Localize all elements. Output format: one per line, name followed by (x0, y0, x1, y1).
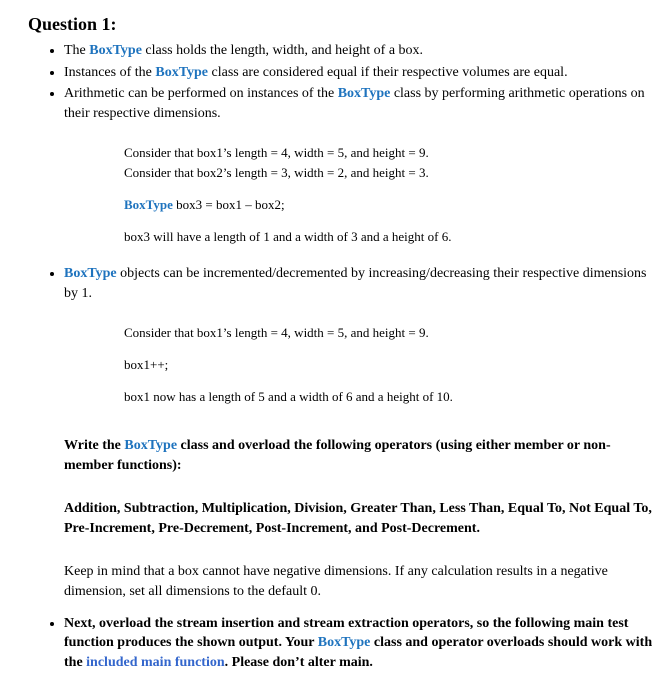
boxtype-keyword: BoxType (64, 266, 117, 281)
boxtype-keyword: BoxType (124, 197, 173, 212)
code-line: box3 will have a length of 1 and a width… (124, 228, 654, 246)
code-line: Consider that box2’s length = 3, width =… (124, 164, 654, 182)
text: class are considered equal if their resp… (208, 65, 568, 80)
code-line: box1 now has a length of 5 and a width o… (124, 388, 654, 406)
code-example-2: Consider that box1’s length = 4, width =… (124, 324, 654, 407)
code-line: Consider that box1’s length = 4, width =… (124, 324, 654, 342)
text: box3 = box1 – box2; (173, 197, 285, 212)
boxtype-keyword: BoxType (338, 86, 391, 101)
code-line: BoxType box3 = box1 – box2; (124, 196, 654, 214)
document-page: Question 1: The BoxType class holds the … (0, 0, 672, 698)
code-line: box1++; (124, 356, 654, 374)
text: Instances of the (64, 65, 155, 80)
code-line: Consider that box1’s length = 4, width =… (124, 144, 654, 162)
bullet-item: The BoxType class holds the length, widt… (64, 41, 654, 61)
bullet-item: Instances of the BoxType class are consi… (64, 63, 654, 83)
bullet-list: The BoxType class holds the length, widt… (64, 41, 654, 672)
boxtype-keyword: BoxType (89, 43, 142, 58)
boxtype-keyword: BoxType (318, 635, 371, 650)
text: The (64, 43, 89, 58)
question-title: Question 1: (28, 12, 654, 37)
code-example-1: Consider that box1’s length = 4, width =… (124, 144, 654, 247)
text: . Please don’t alter main. (225, 655, 373, 670)
write-paragraph: Write the BoxType class and overload the… (64, 436, 654, 475)
text: objects can be incremented/decremented b… (64, 266, 646, 301)
boxtype-keyword: BoxType (124, 438, 177, 453)
text: class holds the length, width, and heigh… (142, 43, 423, 58)
keepmind-paragraph: Keep in mind that a box cannot have nega… (64, 562, 654, 601)
text: Write the (64, 438, 124, 453)
bullet-item: BoxType objects can be incremented/decre… (64, 264, 654, 611)
text: Arithmetic can be performed on instances… (64, 86, 338, 101)
included-main-link[interactable]: included main function (86, 655, 224, 670)
boxtype-keyword: BoxType (155, 65, 208, 80)
bullet-item: Next, overload the stream insertion and … (64, 614, 654, 673)
bullet-item: Arithmetic can be performed on instances… (64, 84, 654, 262)
operators-paragraph: Addition, Subtraction, Multiplication, D… (64, 499, 654, 538)
